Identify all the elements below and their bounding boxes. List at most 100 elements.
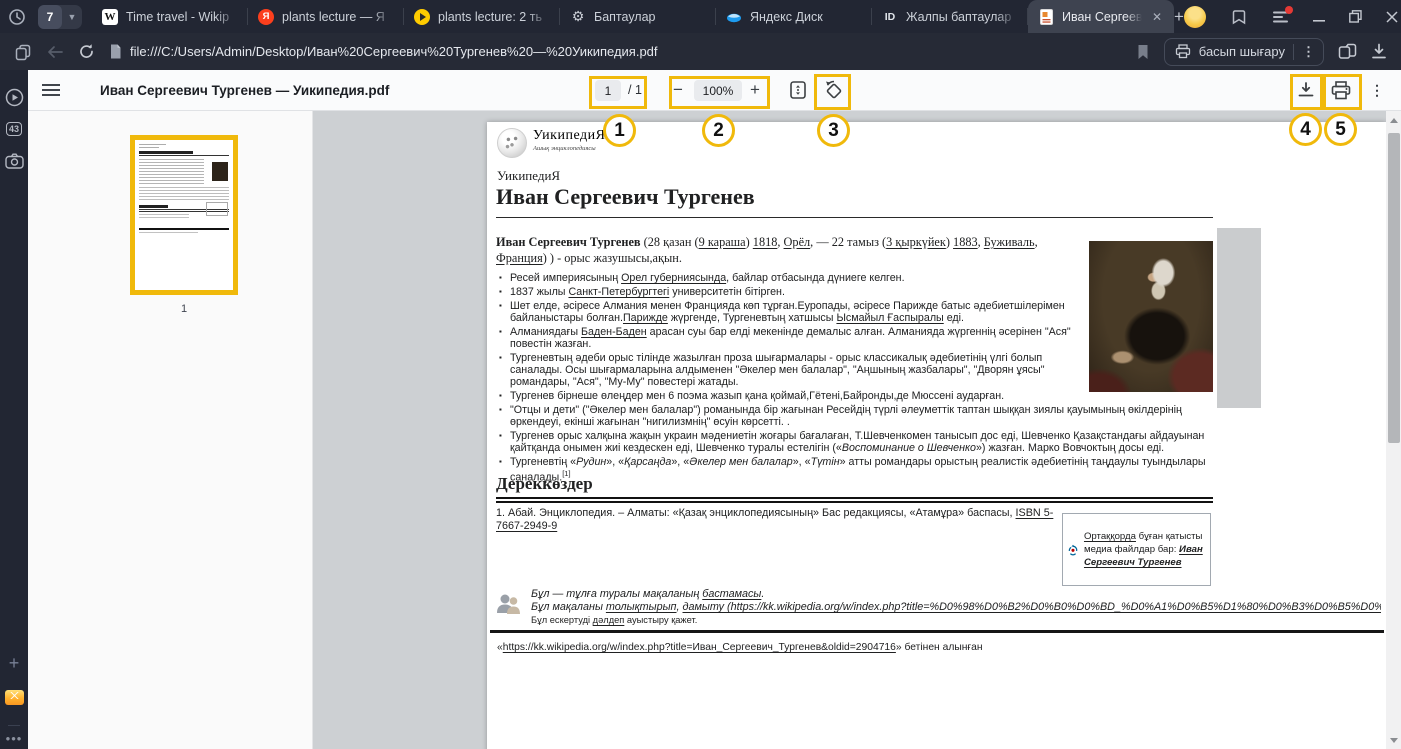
yandex-mail-icon[interactable] <box>0 690 28 705</box>
video-player-icon[interactable] <box>0 88 28 107</box>
tab-label: plants lecture: 2 ть <box>438 10 550 24</box>
scroll-down-arrow[interactable] <box>1386 733 1401 747</box>
tabs-count-badge[interactable]: 43 <box>0 122 28 136</box>
page-thumbnail[interactable] <box>130 135 238 295</box>
article-body: Иван Сергеевич Тургенев (28 қазан (9 кар… <box>496 234 1213 486</box>
stub-line-1: Бұл — тұлға туралы мақаланың бастамасы. <box>531 588 1381 601</box>
tab-yandex-search[interactable]: Я plants lecture — Я <box>248 0 404 33</box>
reload-icon[interactable] <box>78 43 95 60</box>
collections-icon[interactable] <box>1338 43 1357 60</box>
stub-line-3: Бұл ескертуді дәлдеп ауыстыру қажет. <box>531 614 1381 627</box>
print-button-label[interactable]: басып шығару <box>1199 44 1285 59</box>
link[interactable]: толықтырып <box>606 601 677 613</box>
link[interactable]: Санкт-Петербургтегі <box>568 286 669 298</box>
link[interactable]: 1818 <box>753 235 778 249</box>
tab-label: Жалпы баптаулар <box>906 10 1018 24</box>
tab-strip: W Time travel - Wikip Я plants lecture —… <box>92 0 1174 33</box>
tabs-panel-icon[interactable] <box>14 43 32 61</box>
screenshot-camera-icon[interactable] <box>0 153 28 169</box>
pdf-toolbar: Иван Сергеевич Тургенев — Уикипедия.pdf … <box>28 70 1401 111</box>
pdf-more-options-icon[interactable]: ⋮ <box>1370 70 1384 110</box>
link[interactable]: Орел губерниясында <box>621 272 726 284</box>
new-tab-button[interactable]: + <box>1174 0 1184 33</box>
fit-to-page-icon[interactable] <box>788 70 808 110</box>
browser-menu-icon[interactable] <box>1272 10 1289 24</box>
scroll-up-arrow[interactable] <box>1386 113 1401 127</box>
wikipedia-logo: УикипедиЯ Ашық энциклопедиясы <box>497 128 605 158</box>
back-icon[interactable] <box>46 45 64 59</box>
site-name-line: УикипедиЯ <box>497 168 560 184</box>
url-field[interactable]: file:///C:/Users/Admin/Desktop/Иван%20Се… <box>109 44 658 59</box>
tab-label: Иван Сергееви <box>1062 10 1142 24</box>
scrollbar-thumb[interactable] <box>1388 133 1400 443</box>
side-panels-icon[interactable] <box>1230 8 1248 26</box>
tab-general-settings[interactable]: ID Жалпы баптаулар <box>872 0 1028 33</box>
tab-video[interactable]: plants lecture: 2 ть <box>404 0 560 33</box>
link[interactable]: Франция <box>496 251 543 265</box>
tab-pdf-active[interactable]: Иван Сергееви ✕ <box>1028 0 1174 33</box>
thumbnail-panel: 1 <box>28 111 313 749</box>
tab-label: Яндекс Диск <box>750 10 862 24</box>
zoom-in-button[interactable]: + <box>750 70 760 110</box>
downloads-icon[interactable] <box>1371 43 1387 60</box>
link[interactable]: Ысмайыл Ғаспыралы <box>836 312 943 324</box>
link[interactable]: 3 қыркүйек <box>886 235 946 249</box>
close-window-button[interactable] <box>1386 11 1398 23</box>
minimize-button[interactable] <box>1313 11 1325 23</box>
stub-line-2: Бұл мақаланы толықтырып, дамыту (https:/… <box>531 601 1381 614</box>
print-pdf-icon[interactable] <box>1331 70 1351 110</box>
address-bar: file:///C:/Users/Admin/Desktop/Иван%20Се… <box>0 33 1401 70</box>
sidebar-add-icon[interactable]: + <box>0 653 28 674</box>
wikimedia-commons-icon <box>1068 535 1078 565</box>
link[interactable]: Буживаль <box>984 235 1035 249</box>
profile-avatar[interactable] <box>1184 6 1206 28</box>
link[interactable]: Орёл <box>784 235 811 249</box>
tab-bar: 7 ▼ W Time travel - Wikip Я plants lectu… <box>0 0 1401 33</box>
link[interactable]: Ортаққорда <box>1084 531 1136 542</box>
bullet-item: Ресей империясының Орел губерниясында, б… <box>510 272 1213 284</box>
page-total-label: / 1 <box>628 70 642 110</box>
link[interactable]: 9 караша <box>699 235 746 249</box>
link[interactable]: дамыту <box>683 601 724 613</box>
bullet-item: Шет елде, әсіресе Алмания менен Францияд… <box>510 300 1213 324</box>
link[interactable]: Баден-Баден <box>581 326 647 338</box>
id-icon: ID <box>882 9 898 25</box>
download-pdf-icon[interactable] <box>1296 70 1316 110</box>
link[interactable]: дәлдеп <box>593 615 625 625</box>
sidebar-more-icon[interactable]: ••• <box>0 731 28 746</box>
print-options-icon[interactable]: ⋮ <box>1302 44 1315 60</box>
reference-item: 1. Абай. Энциклопедия. – Алматы: «Қазақ … <box>496 507 1056 533</box>
restore-button[interactable] <box>1349 10 1362 23</box>
link[interactable]: Парижде <box>623 312 668 324</box>
tab-counter[interactable]: 7 ▼ <box>38 5 82 29</box>
vertical-scrollbar[interactable] <box>1386 111 1401 749</box>
zoom-level-value[interactable]: 100% <box>694 80 742 101</box>
facts-list: Ресей империясының Орел губерниясында, б… <box>496 272 1213 484</box>
logo-subtitle: Ашық энциклопедиясы <box>533 145 605 152</box>
double-rule <box>496 497 1213 503</box>
pdf-page: УикипедиЯ Ашық энциклопедиясы УикипедиЯ … <box>487 122 1386 749</box>
tab-yandex-disk[interactable]: Яндекс Диск <box>716 0 872 33</box>
url-text[interactable]: file:///C:/Users/Admin/Desktop/Иван%20Се… <box>130 44 658 59</box>
history-clock-icon[interactable] <box>0 0 34 33</box>
footer-rule <box>490 630 1384 633</box>
tab-wikipedia[interactable]: W Time travel - Wikip <box>92 0 248 33</box>
bookmark-icon[interactable] <box>1136 44 1150 60</box>
pdf-filename: Иван Сергеевич Тургенев — Уикипедия.pdf <box>100 70 389 110</box>
pdf-menu-icon[interactable] <box>42 70 60 110</box>
printer-icon <box>1175 44 1191 59</box>
link[interactable]: бастамасы <box>702 588 761 600</box>
commons-box: Ортаққорда бұған қатысты медиа файлдар б… <box>1062 513 1211 586</box>
link[interactable]: https://kk.wikipedia.org/w/index.php?tit… <box>503 642 896 653</box>
link[interactable]: (https://kk.wikipedia.org/w/index.php?ti… <box>724 601 1381 613</box>
print-page-button[interactable]: басып шығару ⋮ <box>1164 38 1324 66</box>
page-number-input[interactable]: 1 <box>595 80 621 101</box>
chevron-down-icon[interactable]: ▼ <box>62 12 82 22</box>
bullet-item: Алманиядағы Баден-Баден арасан суы бар е… <box>510 326 1213 350</box>
link[interactable]: 1883 <box>953 235 978 249</box>
rotate-page-icon[interactable] <box>822 70 846 110</box>
zoom-out-button[interactable]: − <box>673 70 683 110</box>
tab-close-icon[interactable]: ✕ <box>1150 10 1164 24</box>
tab-settings[interactable]: ⚙ Баптаулар <box>560 0 716 33</box>
tab-count-badge[interactable]: 7 <box>38 5 62 29</box>
